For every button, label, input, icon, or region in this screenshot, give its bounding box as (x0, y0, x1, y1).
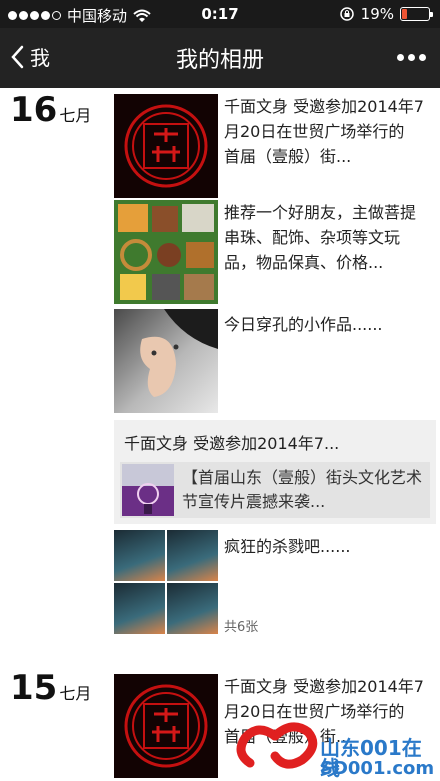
share-title: 千面文身 受邀参加2014年7... (124, 434, 340, 453)
ear-piercing-image (114, 309, 218, 397)
post-thumbnail[interactable] (114, 200, 218, 304)
post-thumbnail[interactable] (114, 94, 218, 198)
battery-level (402, 9, 407, 19)
photo-tile[interactable] (167, 583, 218, 634)
battery-percent: 19% (360, 5, 394, 23)
photo-tile[interactable] (167, 530, 218, 581)
watermark: 山东001在线 SD001.com (230, 708, 440, 781)
watermark-subtext: SD001.com (320, 758, 435, 779)
date-month: 七月 (59, 106, 92, 125)
tattoo-logo-image (124, 684, 208, 768)
page-title: 我的相册 (175, 48, 264, 73)
post-text[interactable]: 推荐一个好朋友，主做菩提串珠、配饰、杂项等文玩品，物品保真、价格... (224, 200, 424, 275)
nav-bar: 我 我的相册 (0, 28, 440, 88)
share-link-preview[interactable]: 【首届山东（壹般）街头文化艺术节宣传片震撼来袭... (120, 462, 430, 518)
date-month: 七月 (59, 684, 92, 703)
status-right: 19% (339, 5, 433, 23)
tattoo-logo-image (124, 104, 208, 188)
watermark-logo-icon (236, 722, 318, 769)
post-text[interactable]: 疯狂的杀戮吧...... (224, 534, 424, 559)
date-day: 16 (10, 90, 58, 130)
share-thumbnail (122, 464, 174, 516)
date-label: 16 七月 (10, 90, 91, 130)
status-bar: 中国移动 0:17 19% (0, 0, 440, 28)
share-link-text: 【首届山东（壹般）街头文化艺术节宣传片震撼来袭... (182, 468, 423, 511)
more-dot-icon (419, 53, 426, 61)
shared-link-card[interactable]: 千面文身 受邀参加2014年7... 【首届山东（壹般）街头文化艺术节宣传片震撼… (114, 420, 436, 524)
post-thumbnail[interactable] (114, 674, 218, 778)
post-text[interactable]: 今日穿孔的小作品...... (224, 312, 424, 337)
post-thumbnail[interactable] (114, 309, 218, 413)
battery-icon (400, 7, 433, 21)
rotation-lock-icon (339, 7, 354, 21)
photo-tile[interactable] (114, 583, 165, 634)
post-photo-grid[interactable] (114, 530, 218, 634)
video-poster-image (122, 464, 174, 516)
date-label: 15 七月 (10, 668, 91, 708)
more-dot-icon (397, 53, 404, 61)
date-day: 15 (10, 668, 58, 708)
photo-tile[interactable] (114, 530, 165, 581)
more-button[interactable] (397, 42, 426, 72)
more-dot-icon (408, 53, 415, 61)
post-text[interactable]: 千面文身 受邀参加2014年7月20日在世贸广场举行的 首届（壹般）街... (224, 94, 424, 169)
beads-collage-image (114, 200, 218, 304)
photo-count: 共6张 (224, 620, 259, 635)
